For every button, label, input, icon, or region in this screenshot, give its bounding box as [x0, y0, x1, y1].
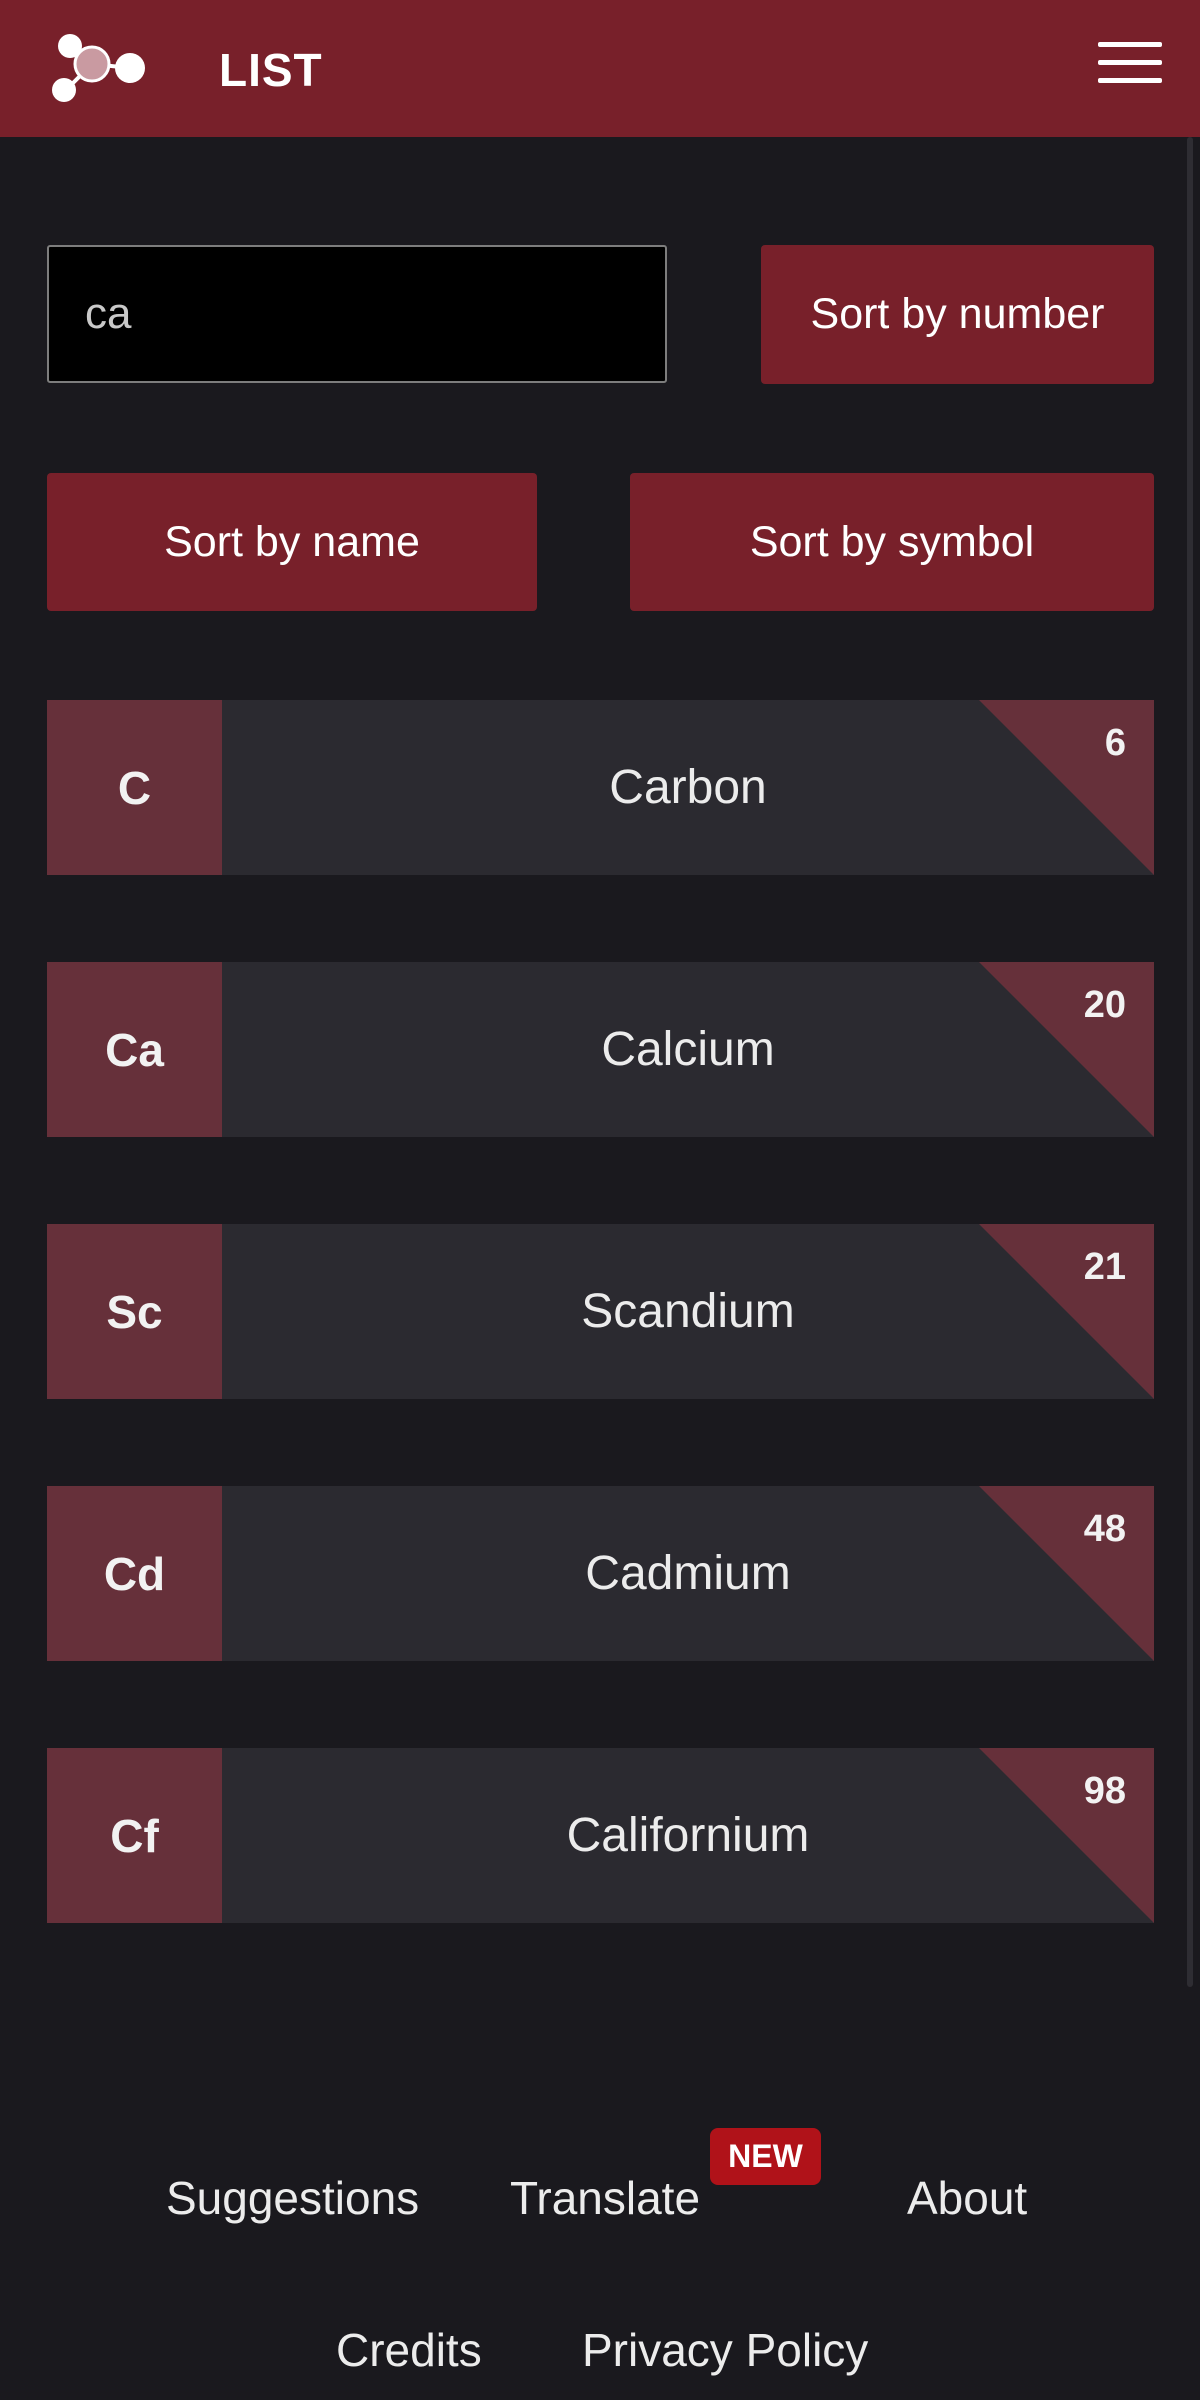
sort-by-number-button[interactable]: Sort by number: [761, 245, 1154, 384]
element-symbol: Ca: [47, 962, 222, 1137]
element-symbol: Cf: [47, 1748, 222, 1923]
element-symbol: C: [47, 700, 222, 875]
element-row-calcium[interactable]: Ca Calcium 20: [47, 962, 1154, 1137]
element-symbol: Cd: [47, 1486, 222, 1661]
element-row-cadmium[interactable]: Cd Cadmium 48: [47, 1486, 1154, 1661]
about-link[interactable]: About: [907, 2170, 1027, 2226]
corner-triangle: [979, 1748, 1154, 1923]
privacy-policy-link[interactable]: Privacy Policy: [582, 2322, 868, 2378]
scrollbar[interactable]: [1187, 137, 1193, 1987]
atomic-number: 98: [1083, 1770, 1126, 1812]
element-row-carbon[interactable]: C Carbon 6: [47, 700, 1154, 875]
suggestions-link[interactable]: Suggestions: [166, 2170, 419, 2226]
atomic-number: 48: [1083, 1508, 1126, 1550]
sort-by-symbol-button[interactable]: Sort by symbol: [630, 473, 1154, 611]
new-badge: NEW: [710, 2128, 821, 2185]
atomic-number: 20: [1083, 984, 1126, 1026]
search-input[interactable]: [49, 247, 665, 381]
element-symbol: Sc: [47, 1224, 222, 1399]
corner-triangle: [979, 962, 1154, 1137]
element-row-scandium[interactable]: Sc Scandium 21: [47, 1224, 1154, 1399]
app-header: LIST: [0, 0, 1200, 137]
molecule-logo-icon: [52, 34, 145, 102]
page-title: LIST: [219, 44, 323, 96]
element-list: C Carbon 6 Ca Calcium 20 Sc Scandium 21 …: [47, 700, 1154, 2010]
translate-link[interactable]: Translate: [510, 2170, 700, 2226]
atomic-number: 6: [1104, 722, 1126, 764]
corner-triangle: [979, 1224, 1154, 1399]
sort-by-name-button[interactable]: Sort by name: [47, 473, 537, 611]
corner-triangle: [979, 700, 1154, 875]
credits-link[interactable]: Credits: [336, 2322, 482, 2378]
hamburger-menu-icon[interactable]: [1090, 38, 1162, 90]
element-row-californium[interactable]: Cf Californium 98: [47, 1748, 1154, 1923]
corner-triangle: [979, 1486, 1154, 1661]
atomic-number: 21: [1083, 1246, 1126, 1288]
search-field[interactable]: [47, 245, 667, 383]
